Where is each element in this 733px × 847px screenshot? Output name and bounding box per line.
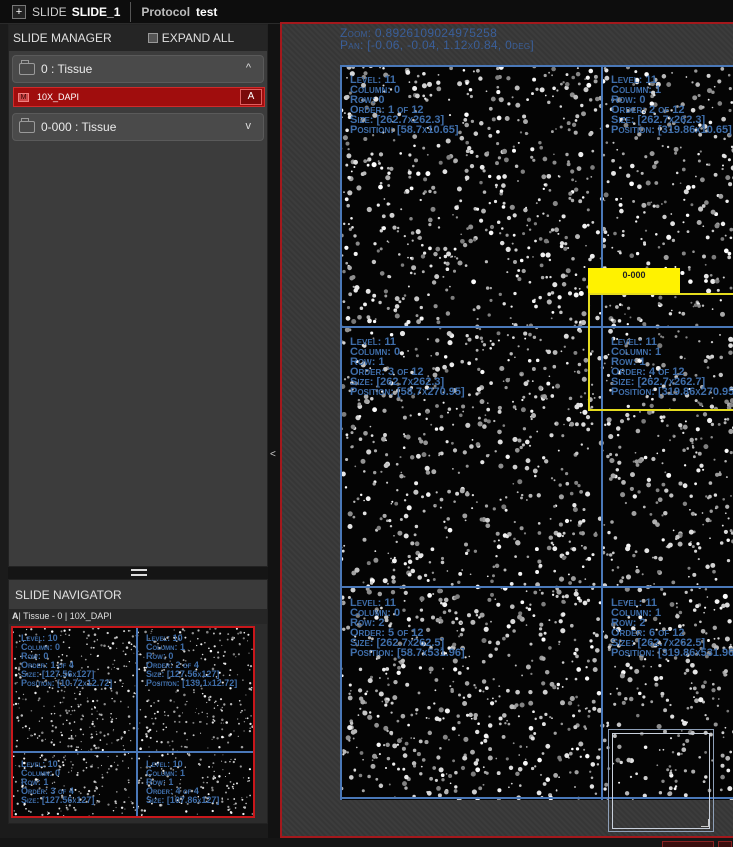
bottom-button[interactable]	[718, 841, 732, 847]
navigator-thumbnail[interactable]: Level: 10 Column: 0 Row: 0 Order: 1 of 4…	[11, 626, 255, 818]
navigator-tile-label: Level: 10 Column: 0 Row: 1 Order: 3 of 4…	[21, 759, 95, 805]
collapse-left-icon[interactable]: <	[270, 449, 276, 460]
resize-grip-icon[interactable]	[701, 819, 709, 827]
navigator-tile-label: Level: 10 Column: 1 Row: 0 Order: 2 of 4…	[146, 633, 238, 688]
bottom-bar	[0, 838, 733, 847]
protocol-name[interactable]: test	[196, 5, 217, 19]
folder-icon	[19, 118, 35, 133]
roi-label[interactable]: 0-000	[588, 268, 680, 293]
panel-splitter[interactable]	[8, 567, 268, 579]
side-collapse-strip[interactable]: <	[268, 24, 280, 847]
slide-group-0-000[interactable]: 0-000 : Tissue v	[12, 113, 264, 141]
navigator-subtitle-text: | Tissue - 0 | 10X_DAPI	[18, 611, 112, 621]
minimap-viewport[interactable]	[612, 733, 710, 829]
divider	[130, 1, 132, 22]
slide-group-label: 0 : Tissue	[41, 62, 93, 76]
protocol-icon: M	[18, 92, 29, 102]
expand-chevron-icon[interactable]: v	[246, 120, 252, 132]
bottom-button[interactable]	[662, 841, 714, 847]
tile-info-label: Level: 11 Column: 0 Row: 1 Order: 3 of 1…	[350, 336, 465, 398]
app-window: + SLIDE SLIDE_1 Protocol test SLIDE MANA…	[0, 0, 733, 847]
protocol-item-label: 10X_DAPI	[37, 92, 80, 102]
minimap-frame[interactable]	[608, 729, 714, 832]
tissue-cells-image	[340, 65, 733, 800]
protocol-label: Protocol	[141, 4, 191, 19]
slide-group-label: 0-000 : Tissue	[41, 120, 117, 134]
slide-navigator-title: SLIDE NAVIGATOR	[9, 580, 267, 609]
expand-all-checkbox[interactable]	[147, 33, 158, 43]
navigator-tile-label: Level: 10 Column: 0 Row: 0 Order: 1 of 4…	[21, 633, 113, 688]
slide-name[interactable]: SLIDE_1	[72, 5, 121, 19]
roi-region[interactable]	[588, 293, 733, 411]
slide-viewer[interactable]: Zoom: 0.8926109024975258 Pan: [-0.06, -0…	[280, 22, 733, 838]
navigator-tile-label: Level: 10 Column: 1 Row: 1 Order: 4 of 4…	[146, 759, 220, 805]
collapse-chevron-icon[interactable]: ^	[246, 62, 251, 74]
slide-manager-header: SLIDE MANAGER EXPAND ALL	[9, 25, 267, 51]
tile-info-label: Level: 11 Column: 1 Row: 2 Order: 6 of 1…	[611, 597, 733, 659]
slide-navigator-panel: SLIDE NAVIGATOR A| Tissue - 0 | 10X_DAPI…	[8, 579, 268, 824]
protocol-badge-button[interactable]: A	[240, 89, 262, 105]
protocol-item-10x-dapi[interactable]: M 10X_DAPI A	[13, 87, 265, 107]
drag-handle-icon[interactable]	[131, 569, 147, 576]
slide-label: SLIDE	[32, 4, 67, 19]
tissue-image[interactable]: Level: 11 Column: 0 Row: 0 Order: 1 of 1…	[340, 65, 733, 800]
tile-info-label: Level: 11 Column: 0 Row: 2 Order: 5 of 1…	[350, 597, 465, 659]
top-bar: + SLIDE SLIDE_1 Protocol test	[0, 0, 733, 24]
add-slide-button[interactable]: +	[12, 4, 26, 19]
pan-readout: Pan: [-0.06, -0.04, 1.12x0.84, 0deg]	[340, 38, 535, 52]
slide-manager-title: SLIDE MANAGER	[13, 31, 112, 45]
tile-info-label: Level: 11 Column: 0 Row: 0 Order: 1 of 1…	[350, 74, 459, 136]
folder-icon	[19, 60, 35, 75]
navigator-subtitle: A| Tissue - 0 | 10X_DAPI	[9, 609, 267, 624]
expand-all-label[interactable]: EXPAND ALL	[162, 31, 234, 45]
slide-manager-panel: SLIDE MANAGER EXPAND ALL 0 : Tissue ^ M …	[8, 24, 268, 567]
slide-group-0[interactable]: 0 : Tissue ^	[12, 55, 264, 83]
tile-info-label: Level: 11 Column: 1 Row: 0 Order: 2 of 1…	[611, 74, 732, 136]
